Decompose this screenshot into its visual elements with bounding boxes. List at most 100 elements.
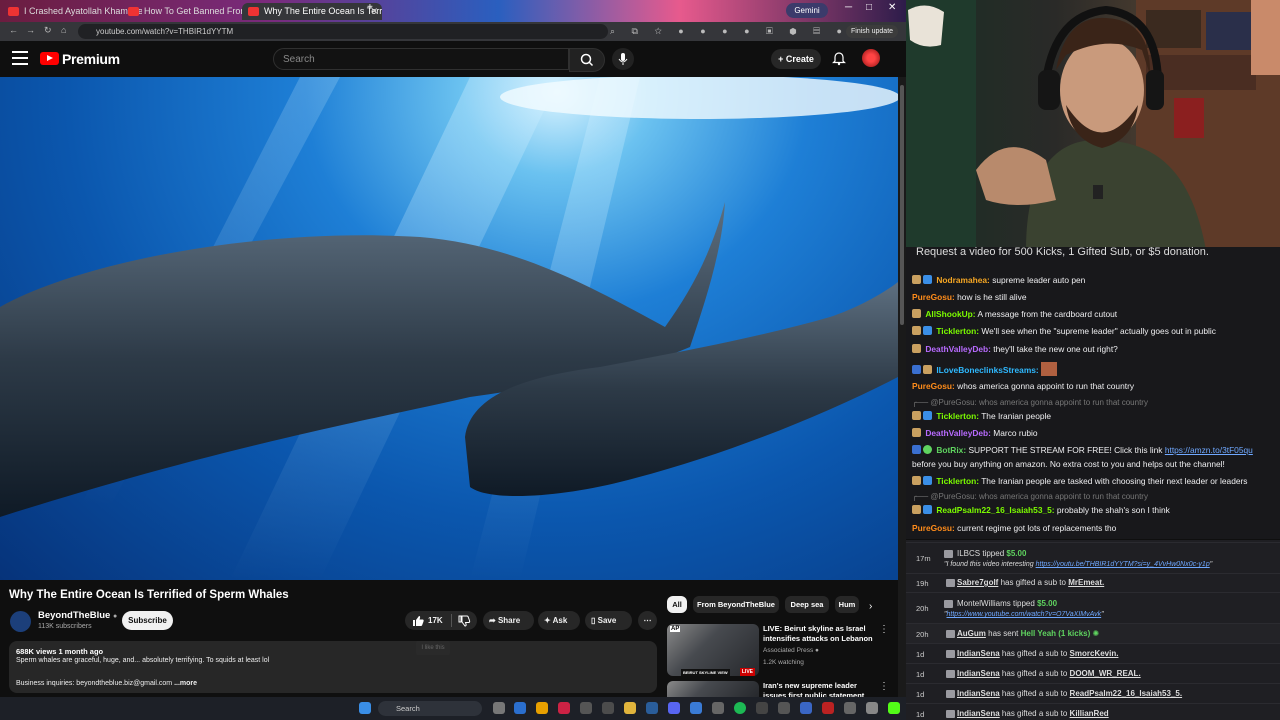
search-input[interactable]: Search: [273, 48, 569, 70]
steam-icon[interactable]: [646, 702, 658, 714]
premium-logo-text[interactable]: Premium: [62, 51, 120, 67]
event-target[interactable]: MrEmeat.: [1068, 578, 1104, 587]
kick-icon[interactable]: [888, 702, 900, 714]
browser-tab-active[interactable]: Why The Entire Ocean Is Terrif ✕: [242, 3, 382, 20]
event-user[interactable]: IndianSena: [957, 669, 1000, 678]
taskbar-search[interactable]: Search: [378, 701, 482, 716]
chat-username[interactable]: ReadPsalm22_16_Isaiah53_5:: [936, 505, 1054, 515]
show-more-link[interactable]: ...more: [174, 680, 197, 687]
chat-username[interactable]: Ticklerton:: [936, 476, 979, 486]
home-icon[interactable]: ⌂: [61, 25, 66, 35]
app-icon[interactable]: [690, 702, 702, 714]
event-user[interactable]: IndianSena: [957, 709, 1000, 718]
subscribe-button[interactable]: Subscribe: [122, 611, 173, 630]
chevron-right-icon[interactable]: ›: [869, 601, 872, 612]
more-vertical-icon[interactable]: ⋮: [879, 681, 889, 692]
badge-icon: [923, 505, 932, 514]
chat-username[interactable]: AllShookUp:: [925, 309, 975, 319]
page-scrollbar[interactable]: [898, 77, 906, 697]
chat-username[interactable]: PureGosu:: [912, 381, 955, 391]
event-target[interactable]: ReadPsalm22_16_Isaiah53_5.: [1070, 689, 1183, 698]
chat-link[interactable]: https://amzn.to/3tF05qu: [1165, 445, 1253, 455]
maximize-icon[interactable]: □: [866, 2, 872, 13]
gemini-button[interactable]: Gemini: [786, 3, 828, 18]
finish-update-button[interactable]: Finish update: [846, 25, 899, 38]
chat-username[interactable]: BotRix:: [936, 445, 966, 455]
notifications-bell-icon[interactable]: [832, 50, 846, 66]
more-vertical-icon[interactable]: ⋮: [879, 624, 889, 635]
app-icon[interactable]: [756, 702, 768, 714]
event-user[interactable]: IndianSena: [957, 649, 1000, 658]
chat-username[interactable]: Ticklerton:: [936, 411, 979, 421]
app-icon[interactable]: [778, 702, 790, 714]
event-link[interactable]: https://www.youtube.com/watch?v=O7VaXIMv…: [947, 611, 1102, 618]
chat-username[interactable]: PureGosu:: [912, 523, 955, 533]
app-icon[interactable]: [558, 702, 570, 714]
app-icon[interactable]: [602, 702, 614, 714]
task-view-icon[interactable]: [493, 702, 505, 714]
account-avatar[interactable]: [862, 49, 880, 67]
share-button[interactable]: ➦ Share: [483, 611, 534, 630]
video-player[interactable]: [0, 77, 898, 580]
browser-tab[interactable]: How To Get Banned From MGM ✕: [122, 3, 262, 20]
windows-start-icon[interactable]: [359, 702, 371, 714]
minimize-icon[interactable]: ─: [845, 2, 852, 13]
event-target[interactable]: KillianRed: [1070, 709, 1109, 718]
event-user[interactable]: ILBCS: [957, 549, 980, 558]
event-target[interactable]: SmorcKevin.: [1070, 649, 1119, 658]
app-icon[interactable]: [712, 702, 724, 714]
hamburger-menu-icon[interactable]: [12, 51, 28, 65]
chat-username[interactable]: PureGosu:: [912, 292, 955, 302]
search-button[interactable]: [569, 48, 605, 72]
related-title[interactable]: Iran's new supreme leader issues first p…: [763, 681, 875, 697]
chip-hum[interactable]: Hum: [835, 596, 859, 613]
discord-icon[interactable]: [668, 702, 680, 714]
event-user[interactable]: AuGum: [957, 629, 986, 638]
event-target[interactable]: DOOM_WR_REAL.: [1070, 669, 1141, 678]
save-button[interactable]: ▯ Save: [585, 611, 632, 630]
app-icon[interactable]: [580, 702, 592, 714]
chat-username[interactable]: DeathValleyDeb:: [925, 428, 991, 438]
new-tab-icon[interactable]: +: [367, 2, 373, 13]
chrome-icon[interactable]: [536, 702, 548, 714]
like-button[interactable]: 17K: [405, 611, 451, 630]
ask-button[interactable]: ✦ Ask: [538, 611, 580, 630]
edge-icon[interactable]: [514, 702, 526, 714]
extension-icons[interactable]: ⌕ ⧉ ☆ ● ● ● ● ▣ ⬢ ▤ ● ●: [610, 26, 871, 37]
back-icon[interactable]: ←: [9, 25, 18, 35]
reload-icon[interactable]: ↻: [44, 25, 52, 36]
chat-username[interactable]: ILoveBoneclinksStreams:: [936, 365, 1038, 375]
related-title[interactable]: LIVE: Beirut skyline as Israel intensifi…: [763, 624, 875, 644]
more-actions-button[interactable]: ⋯: [638, 611, 657, 630]
close-window-icon[interactable]: ✕: [888, 2, 896, 13]
file-explorer-icon[interactable]: [624, 702, 636, 714]
event-target: Hell Yeah (1 kicks): [1020, 629, 1091, 638]
create-button[interactable]: + Create: [771, 49, 821, 69]
related-thumbnail[interactable]: [667, 681, 759, 697]
chat-message: PureGosu: current regime got lots of rep…: [912, 523, 1116, 533]
thumbs-down-icon[interactable]: [457, 614, 471, 628]
youtube-logo-icon[interactable]: [40, 52, 59, 65]
browser-tab[interactable]: I Crashed Ayatollah Khamenei's ✕: [2, 3, 142, 20]
app-icon[interactable]: [800, 702, 812, 714]
event-user[interactable]: IndianSena: [957, 689, 1000, 698]
chip-from-channel[interactable]: From BeyondTheBlue: [693, 596, 779, 613]
related-thumbnail[interactable]: AP BEIRUT SKYLINE VIEW LIVE: [667, 624, 759, 676]
spotify-icon[interactable]: [734, 702, 746, 714]
chip-all[interactable]: All: [667, 596, 687, 613]
chip-deep-sea[interactable]: Deep sea: [785, 596, 829, 613]
event-user[interactable]: MontelWilliams: [957, 599, 1011, 608]
chat-username[interactable]: Ticklerton:: [936, 326, 979, 336]
voice-search-button[interactable]: [612, 48, 634, 70]
event-link[interactable]: https://youtu.be/THBIR1dYYTM?si=y_4VvHw0…: [1036, 561, 1210, 568]
app-icon[interactable]: [844, 702, 856, 714]
chat-username[interactable]: Nodramahea:: [936, 275, 990, 285]
forward-icon[interactable]: →: [26, 25, 35, 35]
chat-username[interactable]: DeathValleyDeb:: [925, 344, 991, 354]
channel-avatar[interactable]: [10, 611, 31, 632]
channel-name[interactable]: BeyondTheBlue ●: [38, 610, 117, 621]
url-input[interactable]: youtube.com/watch?v=THBIR1dYYTM: [78, 24, 608, 39]
event-user[interactable]: Sabre7golf: [957, 578, 998, 587]
app-icon[interactable]: [822, 702, 834, 714]
app-icon[interactable]: [866, 702, 878, 714]
